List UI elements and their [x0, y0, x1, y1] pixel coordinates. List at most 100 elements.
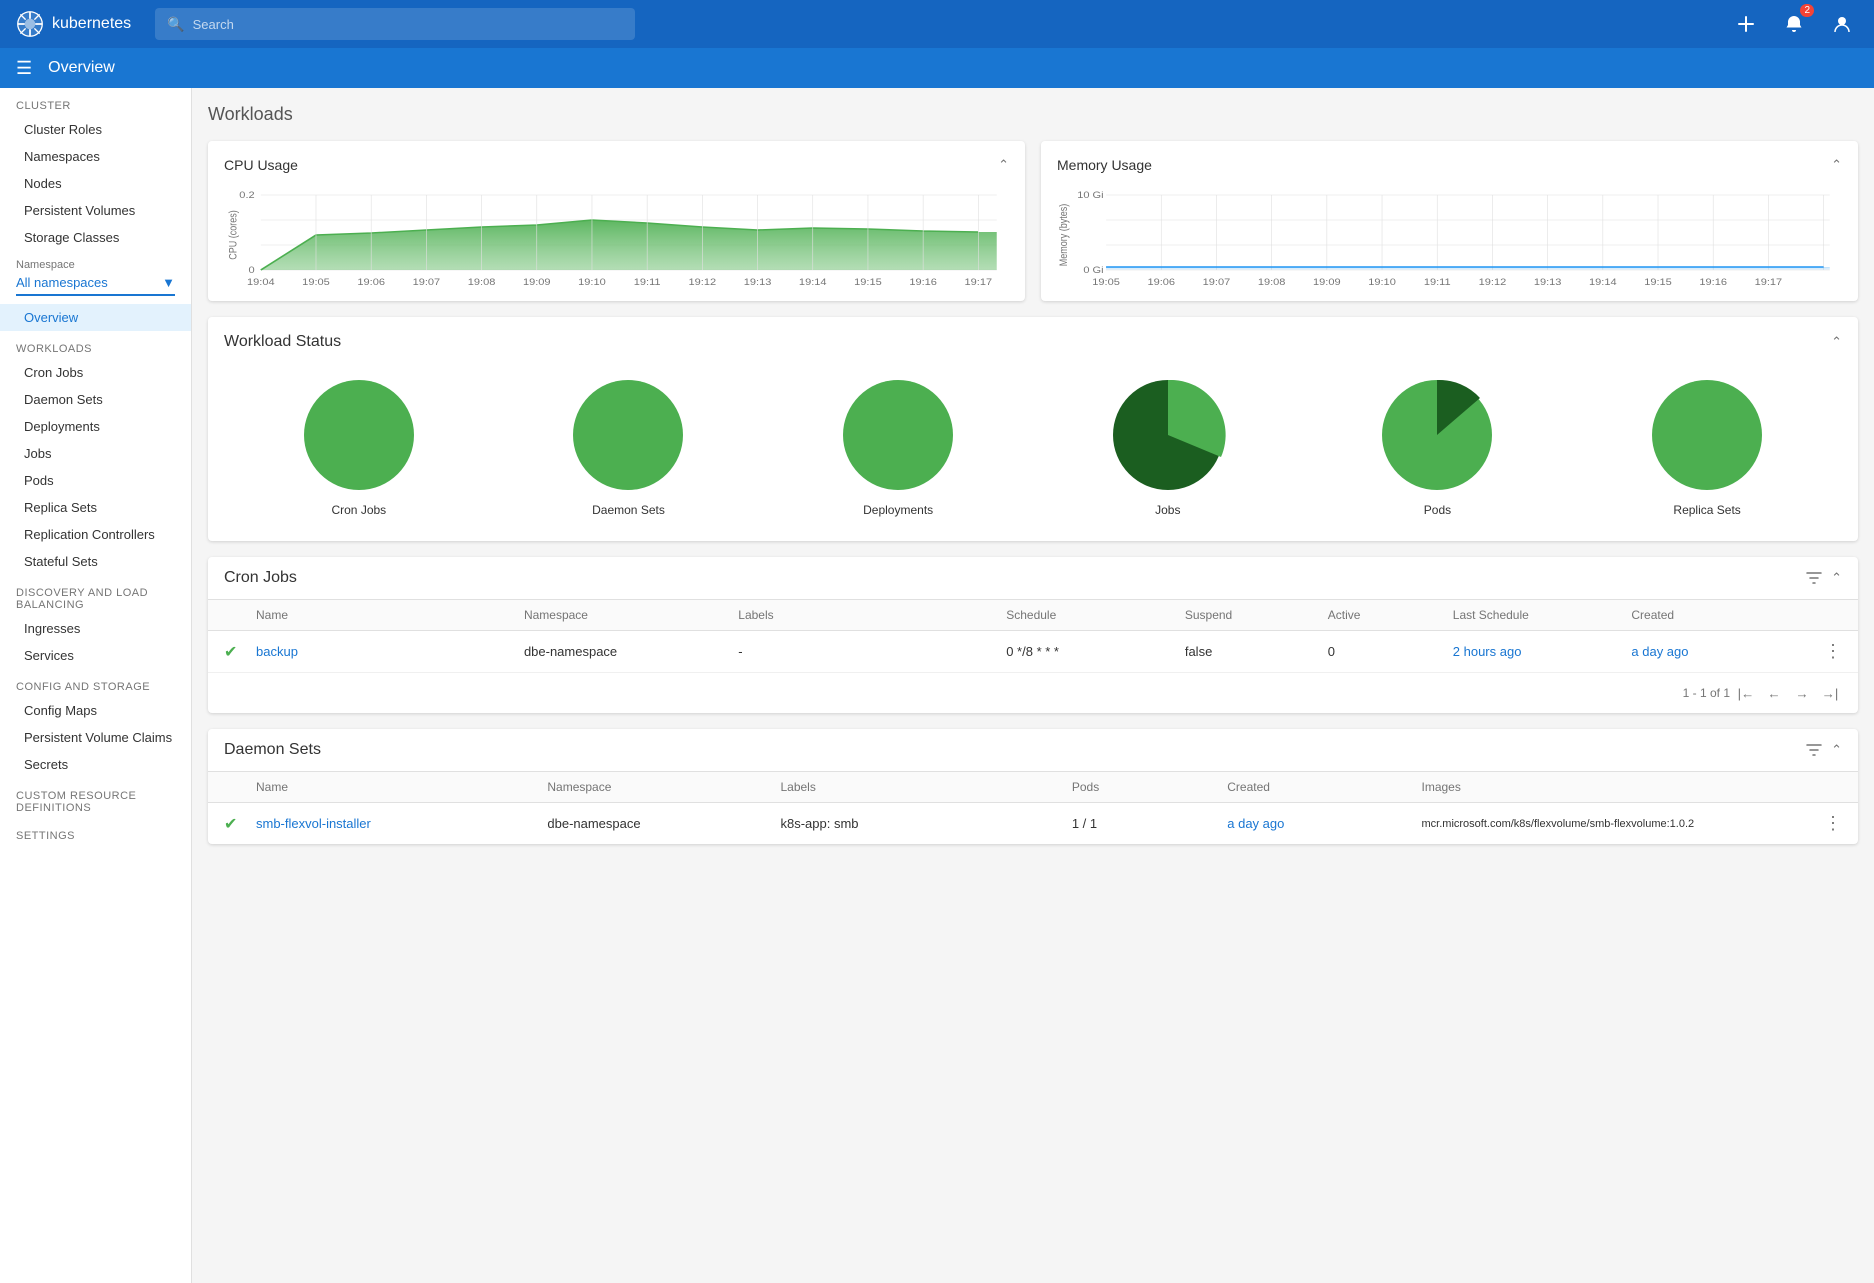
sidebar-item-pods[interactable]: Pods	[0, 467, 191, 494]
sidebar-item-persistent-volumes[interactable]: Persistent Volumes	[0, 197, 191, 224]
sidebar-item-overview[interactable]: Overview	[0, 304, 191, 331]
sub-nav: ☰ Overview	[0, 48, 1874, 88]
discovery-section-title: Discovery and Load Balancing	[0, 575, 191, 615]
col-header-active: Active	[1328, 608, 1453, 622]
ds-col-header-images: Images	[1422, 780, 1811, 794]
ds-row-menu-button[interactable]: ⋮	[1810, 813, 1842, 834]
svg-text:19:09: 19:09	[1313, 278, 1341, 288]
namespace-chevron-icon: ▼	[162, 275, 175, 290]
col-header-namespace: Namespace	[524, 608, 738, 622]
sidebar-item-secrets[interactable]: Secrets	[0, 751, 191, 778]
cluster-section-title: Cluster	[0, 88, 191, 116]
svg-text:0: 0	[249, 266, 256, 276]
cpu-chart-card: CPU Usage ⌃ 0.2 0	[208, 141, 1025, 301]
sidebar-item-deployments[interactable]: Deployments	[0, 413, 191, 440]
svg-text:Memory (bytes): Memory (bytes)	[1058, 204, 1070, 266]
sidebar-item-replication-controllers[interactable]: Replication Controllers	[0, 521, 191, 548]
row-schedule: 0 */8 * * *	[1006, 644, 1185, 659]
col-header-labels: Labels	[738, 608, 1006, 622]
daemon-sets-filter-icon[interactable]	[1805, 741, 1823, 759]
ds-row-created-link[interactable]: a day ago	[1227, 816, 1284, 831]
svg-text:19:11: 19:11	[1424, 278, 1451, 288]
ds-row-created: a day ago	[1227, 816, 1421, 831]
sidebar-item-pvc[interactable]: Persistent Volume Claims	[0, 724, 191, 751]
namespace-select[interactable]: All namespaces ▼	[16, 275, 175, 296]
row-name-link[interactable]: backup	[256, 644, 298, 659]
add-button[interactable]	[1730, 8, 1762, 40]
svg-text:19:08: 19:08	[1258, 278, 1286, 288]
nav-right: 2	[1730, 8, 1858, 40]
app-name: kubernetes	[52, 15, 131, 33]
sidebar-item-cluster-roles[interactable]: Cluster Roles	[0, 116, 191, 143]
table-row: ✔ backup dbe-namespace - 0 */8 * * * fal…	[208, 631, 1858, 673]
sidebar-item-nodes[interactable]: Nodes	[0, 170, 191, 197]
sidebar-item-cron-jobs[interactable]: Cron Jobs	[0, 359, 191, 386]
top-nav: kubernetes 🔍 2	[0, 0, 1874, 48]
svg-text:0.2: 0.2	[239, 191, 255, 201]
row-created: a day ago	[1631, 644, 1810, 659]
sidebar-item-config-maps[interactable]: Config Maps	[0, 697, 191, 724]
pagination-next-button[interactable]: →	[1790, 681, 1814, 705]
sidebar-item-ingresses[interactable]: Ingresses	[0, 615, 191, 642]
svg-text:19:15: 19:15	[854, 278, 882, 288]
sidebar-item-stateful-sets[interactable]: Stateful Sets	[0, 548, 191, 575]
search-input[interactable]	[193, 17, 624, 32]
ds-row-labels: k8s-app: smb	[780, 816, 1071, 831]
pie-item-replica-sets: Replica Sets	[1647, 375, 1767, 517]
svg-text:19:04: 19:04	[247, 278, 275, 288]
namespace-label: Namespace	[16, 259, 175, 271]
ds-row-name-link[interactable]: smb-flexvol-installer	[256, 816, 371, 831]
main-layout: Cluster Cluster Roles Namespaces Nodes P…	[0, 88, 1874, 1283]
cron-jobs-table-section: Cron Jobs ⌃ Name Namespace Labels Schedu…	[208, 557, 1858, 713]
memory-chart-header: Memory Usage ⌃	[1057, 157, 1842, 173]
row-created-link[interactable]: a day ago	[1631, 644, 1688, 659]
svg-text:19:13: 19:13	[744, 278, 772, 288]
pie-item-jobs: Jobs	[1108, 375, 1228, 517]
cron-jobs-collapse-icon[interactable]: ⌃	[1831, 570, 1842, 586]
crd-section-title: Custom Resource Definitions	[0, 778, 191, 818]
sidebar-item-services[interactable]: Services	[0, 642, 191, 669]
sidebar-item-namespaces[interactable]: Namespaces	[0, 143, 191, 170]
user-avatar[interactable]	[1826, 8, 1858, 40]
cron-jobs-filter-icon[interactable]	[1805, 569, 1823, 587]
svg-text:19:06: 19:06	[357, 278, 385, 288]
search-icon: 🔍	[167, 16, 184, 33]
sidebar-item-daemon-sets[interactable]: Daemon Sets	[0, 386, 191, 413]
daemon-sets-table-header: Daemon Sets ⌃	[208, 729, 1858, 772]
settings-section-title: Settings	[0, 818, 191, 846]
notifications-button[interactable]: 2	[1778, 8, 1810, 40]
pie-item-daemon-sets: Daemon Sets	[568, 375, 688, 517]
memory-chart-svg: 10 Gi 0 Gi	[1057, 185, 1842, 295]
workload-status-collapse-button[interactable]: ⌃	[1831, 334, 1842, 350]
cron-jobs-pagination: 1 - 1 of 1 |← ← → →|	[208, 673, 1858, 713]
pagination-last-button[interactable]: →|	[1818, 681, 1842, 705]
namespace-section: Namespace All namespaces ▼	[0, 251, 191, 304]
svg-text:CPU (cores): CPU (cores)	[227, 210, 239, 259]
charts-row: CPU Usage ⌃ 0.2 0	[208, 141, 1858, 301]
row-last-schedule-link[interactable]: 2 hours ago	[1453, 644, 1522, 659]
row-name: backup	[256, 644, 524, 659]
pie-item-deployments: Deployments	[838, 375, 958, 517]
deployments-pie-label: Deployments	[863, 503, 933, 517]
ds-row-pods: 1 / 1	[1072, 816, 1227, 831]
col-header-name: Name	[256, 608, 524, 622]
cpu-chart-svg: 0.2 0	[224, 185, 1009, 295]
memory-chart-collapse-button[interactable]: ⌃	[1831, 157, 1842, 173]
memory-chart-card: Memory Usage ⌃ 10 Gi 0 Gi	[1041, 141, 1858, 301]
cron-jobs-pie-label: Cron Jobs	[331, 503, 386, 517]
sidebar-item-storage-classes[interactable]: Storage Classes	[0, 224, 191, 251]
svg-text:19:05: 19:05	[302, 278, 330, 288]
pagination-prev-button[interactable]: ←	[1762, 681, 1786, 705]
hamburger-menu[interactable]: ☰	[16, 58, 32, 79]
cpu-chart-title: CPU Usage	[224, 157, 298, 173]
svg-text:19:10: 19:10	[1368, 278, 1396, 288]
sidebar-item-replica-sets[interactable]: Replica Sets	[0, 494, 191, 521]
daemon-sets-collapse-icon[interactable]: ⌃	[1831, 742, 1842, 758]
row-menu-button[interactable]: ⋮	[1810, 641, 1842, 662]
col-header-last-schedule: Last Schedule	[1453, 608, 1632, 622]
pagination-text: 1 - 1 of 1	[1683, 686, 1730, 700]
search-box[interactable]: 🔍	[155, 8, 635, 40]
cpu-chart-collapse-button[interactable]: ⌃	[998, 157, 1009, 173]
pagination-first-button[interactable]: |←	[1734, 681, 1758, 705]
sidebar-item-jobs[interactable]: Jobs	[0, 440, 191, 467]
